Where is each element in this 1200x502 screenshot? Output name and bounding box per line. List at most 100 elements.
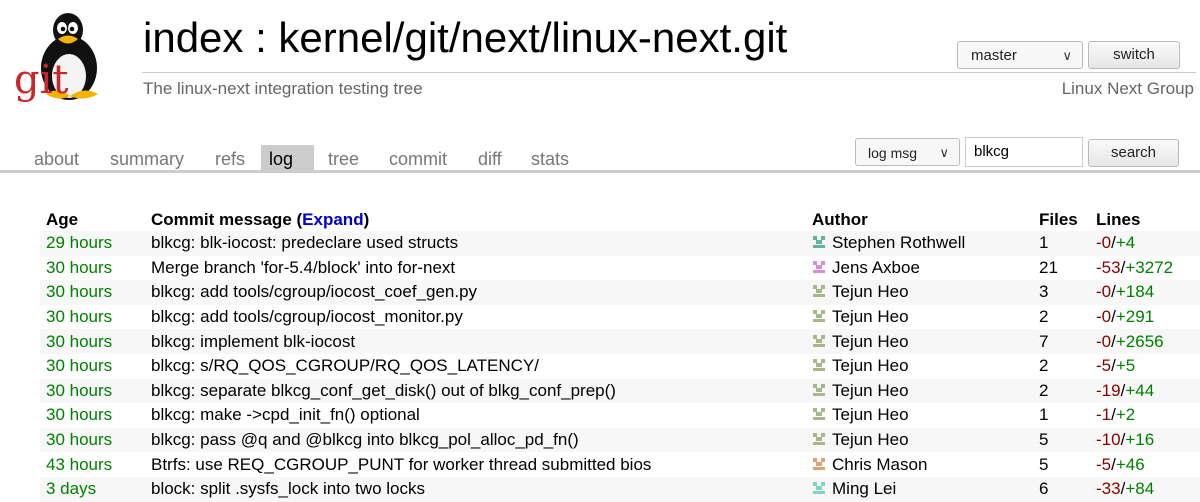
author-name: Ming Lei [832,479,897,499]
commit-files: 2 [1039,307,1049,327]
logo-git-text: git [14,57,69,103]
author-name: Tejun Heo [832,380,909,400]
commit-author: Tejun Heo [806,329,1033,354]
commit-message-link[interactable]: block: split .sysfs_lock into two locks [145,476,806,502]
chevron-down-icon: ∨ [939,145,949,160]
author-name: Chris Mason [832,454,928,474]
commit-lines: -53/+3272 [1096,257,1174,277]
commit-lines: -0/+2656 [1090,329,1200,354]
commit-lines: -5/+5 [1096,356,1136,376]
lines-added: +2656 [1115,331,1164,351]
page-title: index : kernel/git/next/linux-next.git [143,14,788,61]
commit-author: Tejun Heo [806,403,1033,428]
commit-message-link[interactable]: Merge branch 'for-5.4/block' into for-ne… [145,256,806,281]
commit-age: 43 hours [46,454,113,474]
table-row: 30 hours blkcg: separate blkcg_conf_get_d… [40,378,1200,404]
tab-log[interactable]: log [261,145,314,170]
author-identicon-icon [813,334,825,347]
commit-files: 2 [1033,378,1090,404]
search-input[interactable]: blkcg [965,137,1083,167]
commit-age: 30 hours [40,427,145,453]
table-row: 43 hours Btrfs: use REQ_CGROUP_PUNT for w… [40,452,1200,477]
commit-message-link[interactable]: blkcg: add tools/cgroup/iocost_monitor.p… [145,305,806,330]
lines-deleted: -33 [1096,479,1121,499]
commit-age: 30 hours [40,280,145,305]
commit-files: 2 [1039,356,1049,376]
commit-message-link[interactable]: blkcg: separate blkcg_conf_get_disk() ou… [145,378,806,404]
commit-author: Chris Mason [806,452,1033,477]
commit-author: Jens Axboe [806,256,1033,281]
commit-log-body: 29 hours blkcg: blk-iocost: predeclare us… [40,231,1200,502]
author-identicon-icon [813,236,825,249]
table-row: 3 days block: split .sysfs_lock into two … [40,476,1200,502]
column-header-files: Files [1039,209,1078,229]
commit-age: 3 days [40,476,145,502]
author-identicon-icon [813,457,825,470]
commit-age: 30 hours [40,378,145,404]
table-header-row: Age Commit message (Expand) Author Files… [40,208,1200,231]
author-name: Tejun Heo [832,405,909,425]
column-header-author: Author [812,209,868,229]
column-header-lines: Lines [1096,209,1141,229]
commit-files: 1 [1039,405,1049,425]
author-name: Stephen Rothwell [832,233,966,253]
commit-message-link[interactable]: blkcg: implement blk-iocost [145,329,806,354]
commit-age: 30 hours [46,356,113,376]
commit-message-link[interactable]: blkcg: blk-iocost: predeclare used struc… [145,231,806,256]
tab-summary[interactable]: summary [102,145,192,170]
commit-message-link[interactable]: blkcg: pass @q and @blkcg into blkcg_pol… [145,427,806,453]
tabs-divider [0,170,1200,173]
commit-message-link[interactable]: blkcg: add tools/cgroup/iocost_coef_gen.… [145,280,806,305]
commit-age: 30 hours [46,257,113,277]
tab-stats[interactable]: stats [523,145,577,170]
author-identicon-icon [813,310,825,323]
lines-deleted: -0 [1096,282,1112,302]
author-name: Tejun Heo [832,282,909,302]
commit-log-table: Age Commit message (Expand) Author Files… [40,208,1200,502]
table-row: 30 hours blkcg: make ->cpd_init_fn() opti… [40,403,1200,428]
commit-lines: -0/+291 [1096,307,1155,327]
commit-lines: -33/+84 [1090,476,1200,502]
search-button[interactable]: search [1088,139,1179,167]
lines-added: +291 [1115,307,1155,327]
commit-message-link[interactable]: blkcg: s/RQ_QOS_CGROUP/RQ_QOS_LATENCY/ [145,354,806,379]
author-name: Tejun Heo [832,307,909,327]
commit-author: Ming Lei [806,476,1033,502]
message-header-suffix: ) [363,209,370,229]
author-name: Tejun Heo [832,331,909,351]
tab-commit[interactable]: commit [381,145,455,170]
switch-button[interactable]: switch [1088,41,1180,69]
commit-author: Stephen Rothwell [806,231,1033,256]
search-type-select[interactable]: log msg ∨ [855,138,960,166]
git-logo[interactable]: git [14,8,114,104]
commit-files: 21 [1039,257,1058,277]
lines-deleted: -19 [1096,380,1121,400]
tab-tree[interactable]: tree [320,145,367,170]
message-header-prefix: Commit message ( [151,209,303,229]
expand-link[interactable]: Expand [302,210,363,229]
tab-refs[interactable]: refs [207,145,253,170]
commit-age: 29 hours [40,231,145,256]
lines-deleted: -1 [1096,405,1112,425]
lines-added: +5 [1115,356,1136,376]
lines-deleted: -10 [1096,430,1121,450]
author-name: Tejun Heo [832,356,909,376]
branch-select[interactable]: master ∨ [957,41,1083,69]
commit-age: 30 hours [46,405,113,425]
commit-author: Tejun Heo [806,280,1033,305]
tab-about[interactable]: about [26,145,87,170]
author-identicon-icon [813,433,825,446]
tab-diff[interactable]: diff [470,145,510,170]
lines-deleted: -0 [1096,331,1112,351]
commit-message-link[interactable]: Btrfs: use REQ_CGROUP_PUNT for worker th… [145,452,806,477]
lines-added: +3272 [1125,257,1174,277]
divider [142,72,1196,73]
author-identicon-icon [813,260,825,273]
commit-age: 30 hours [46,307,113,327]
commit-message-link[interactable]: blkcg: make ->cpd_init_fn() optional [145,403,806,428]
author-identicon-icon [813,383,825,396]
repo-description: The linux-next integration testing tree [143,79,423,98]
commit-lines: -0/+184 [1090,280,1200,305]
lines-added: +46 [1115,454,1145,474]
commit-author: Tejun Heo [806,305,1033,330]
